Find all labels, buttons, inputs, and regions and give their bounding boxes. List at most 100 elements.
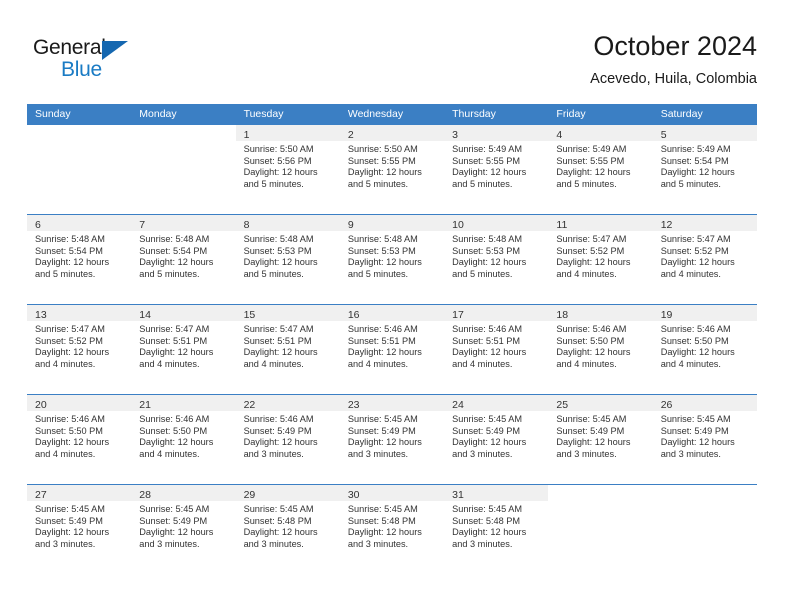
day-details: Sunrise: 5:45 AM Sunset: 5:48 PM Daylight:… [340, 501, 444, 550]
sunrise-text: Sunrise: 5:47 AM [35, 324, 105, 334]
daylight-text-line2: and 4 minutes. [139, 358, 200, 369]
day-cell-21[interactable]: 21 Sunrise: 5:46 AM Sunset: 5:50 PM Dayligh… [131, 395, 236, 484]
day-cell-15[interactable]: 15 Sunrise: 5:47 AM Sunset: 5:51 PM Dayligh… [235, 305, 340, 394]
day-cell-2[interactable]: 2 Sunrise: 5:50 AM Sunset: 5:55 PM Daylight… [339, 125, 445, 214]
day-number-band: 3 [444, 125, 549, 141]
day-cell-22[interactable]: 22 Sunrise: 5:46 AM Sunset: 5:49 PM Dayligh… [235, 395, 340, 484]
day-cell-13[interactable]: 13 Sunrise: 5:47 AM Sunset: 5:52 PM Dayligh… [27, 305, 132, 394]
daylight-text-line1: Daylight: 12 hours [556, 437, 631, 448]
daylight-text-line1: Daylight: 12 hours [660, 437, 735, 448]
day-cell-28[interactable]: 28 Sunrise: 5:45 AM Sunset: 5:49 PM Dayligh… [131, 485, 236, 574]
day-cell-27[interactable]: 27 Sunrise: 5:45 AM Sunset: 5:49 PM Dayligh… [27, 485, 132, 574]
daylight-text-line2: and 5 minutes. [660, 178, 721, 189]
day-number: 28 [139, 489, 151, 501]
sunrise-text: Sunrise: 5:46 AM [139, 414, 210, 424]
day-cell-29[interactable]: 29 Sunrise: 5:45 AM Sunset: 5:48 PM Dayligh… [235, 485, 340, 574]
day-details: Sunrise: 5:46 AM Sunset: 5:49 PM Daylight:… [236, 411, 340, 460]
day-cell-14[interactable]: 14 Sunrise: 5:47 AM Sunset: 5:51 PM Dayligh… [131, 305, 236, 394]
sunrise-text: Sunrise: 5:47 AM [139, 324, 210, 334]
daylight-text-line1: Daylight: 12 hours [243, 527, 318, 538]
day-number-band [27, 125, 132, 141]
weekday-header-wednesday: Wednesday [347, 108, 404, 120]
day-details: Sunrise: 5:48 AM Sunset: 5:54 PM Daylight:… [131, 231, 235, 280]
daylight-text-line1: Daylight: 12 hours [243, 167, 318, 178]
day-details: Sunrise: 5:50 AM Sunset: 5:55 PM Daylight:… [340, 141, 444, 190]
daylight-text-line2: and 5 minutes. [556, 178, 617, 189]
day-cell-31[interactable]: 31 Sunrise: 5:45 AM Sunset: 5:48 PM Dayligh… [444, 485, 549, 574]
day-number-band: 21 [131, 395, 236, 411]
day-details: Sunrise: 5:47 AM Sunset: 5:52 PM Daylight:… [27, 321, 131, 370]
day-number: 13 [35, 309, 47, 321]
day-details: Sunrise: 5:47 AM Sunset: 5:52 PM Daylight:… [548, 231, 652, 280]
sunset-text: Sunset: 5:51 PM [347, 335, 416, 346]
general-blue-logo[interactable]: General Blue [33, 36, 153, 84]
day-number: 12 [660, 219, 673, 231]
sunrise-text: Sunrise: 5:46 AM [556, 324, 627, 334]
daylight-text-line1: Daylight: 12 hours [660, 257, 735, 268]
day-cell-19[interactable]: 19 Sunrise: 5:46 AM Sunset: 5:50 PM Dayligh… [652, 305, 757, 394]
day-cell-18[interactable]: 18 Sunrise: 5:46 AM Sunset: 5:50 PM Dayligh… [548, 305, 653, 394]
day-details: Sunrise: 5:48 AM Sunset: 5:53 PM Daylight:… [444, 231, 548, 280]
day-number: 19 [660, 309, 673, 321]
day-cell-30[interactable]: 30 Sunrise: 5:45 AM Sunset: 5:48 PM Dayligh… [339, 485, 445, 574]
day-number: 25 [556, 399, 569, 411]
day-number: 27 [35, 489, 47, 501]
day-details [131, 141, 235, 144]
day-number: 14 [139, 309, 151, 321]
day-cell-empty [131, 125, 236, 214]
day-cell-8[interactable]: 8 Sunrise: 5:48 AM Sunset: 5:53 PM Daylight… [235, 215, 340, 304]
day-cell-4[interactable]: 4 Sunrise: 5:49 AM Sunset: 5:55 PM Daylight… [548, 125, 653, 214]
day-details: Sunrise: 5:46 AM Sunset: 5:50 PM Daylight:… [131, 411, 235, 460]
day-cell-7[interactable]: 7 Sunrise: 5:48 AM Sunset: 5:54 PM Daylight… [131, 215, 236, 304]
daylight-text-line2: and 4 minutes. [35, 358, 96, 369]
day-number: 17 [452, 309, 464, 321]
day-cell-24[interactable]: 24 Sunrise: 5:45 AM Sunset: 5:49 PM Dayligh… [444, 395, 549, 484]
day-number: 18 [556, 309, 569, 321]
daylight-text-line2: and 5 minutes. [347, 178, 409, 189]
day-number: 26 [660, 399, 673, 411]
sunrise-text: Sunrise: 5:47 AM [556, 234, 627, 244]
day-cell-26[interactable]: 26 Sunrise: 5:45 AM Sunset: 5:49 PM Dayligh… [652, 395, 757, 484]
sunrise-text: Sunrise: 5:46 AM [35, 414, 105, 424]
day-cell-6[interactable]: 6 Sunrise: 5:48 AM Sunset: 5:54 PM Daylight… [27, 215, 132, 304]
day-cell-11[interactable]: 11 Sunrise: 5:47 AM Sunset: 5:52 PM Dayligh… [548, 215, 653, 304]
day-cell-empty [27, 125, 132, 214]
day-cell-10[interactable]: 10 Sunrise: 5:48 AM Sunset: 5:53 PM Dayligh… [444, 215, 549, 304]
day-number-band: 25 [548, 395, 653, 411]
sunset-text: Sunset: 5:49 PM [556, 425, 625, 436]
daylight-text-line2: and 5 minutes. [243, 268, 304, 279]
day-details: Sunrise: 5:49 AM Sunset: 5:54 PM Daylight:… [653, 141, 757, 190]
daylight-text-line2: and 4 minutes. [556, 358, 617, 369]
daylight-text-line2: and 5 minutes. [243, 178, 304, 189]
day-cell-1[interactable]: 1 Sunrise: 5:50 AM Sunset: 5:56 PM Daylight… [235, 125, 340, 214]
day-details: Sunrise: 5:45 AM Sunset: 5:49 PM Daylight:… [131, 501, 235, 550]
sunrise-text: Sunrise: 5:45 AM [452, 504, 523, 514]
sunrise-text: Sunrise: 5:46 AM [243, 414, 314, 424]
day-cell-17[interactable]: 17 Sunrise: 5:46 AM Sunset: 5:51 PM Dayligh… [444, 305, 549, 394]
day-cell-23[interactable]: 23 Sunrise: 5:45 AM Sunset: 5:49 PM Dayligh… [339, 395, 445, 484]
sunset-text: Sunset: 5:50 PM [660, 335, 729, 346]
day-cell-5[interactable]: 5 Sunrise: 5:49 AM Sunset: 5:54 PM Daylight… [652, 125, 757, 214]
day-number-band: 1 [235, 125, 340, 141]
day-number-band: 7 [131, 215, 236, 231]
daylight-text-line2: and 5 minutes. [452, 178, 513, 189]
weekday-header-saturday: Saturday [660, 108, 703, 120]
daylight-text-line2: and 4 minutes. [452, 358, 513, 369]
sunset-text: Sunset: 5:55 PM [452, 155, 521, 166]
day-cell-12[interactable]: 12 Sunrise: 5:47 AM Sunset: 5:52 PM Dayligh… [652, 215, 757, 304]
day-number: 22 [243, 399, 256, 411]
day-cell-9[interactable]: 9 Sunrise: 5:48 AM Sunset: 5:53 PM Daylight… [339, 215, 445, 304]
logo-text-blue: Blue [61, 58, 102, 81]
sunset-text: Sunset: 5:49 PM [347, 425, 416, 436]
day-details: Sunrise: 5:45 AM Sunset: 5:49 PM Daylight:… [548, 411, 652, 460]
day-details [548, 501, 652, 504]
day-number-band: 31 [444, 485, 549, 501]
sunset-text: Sunset: 5:52 PM [35, 335, 103, 346]
day-cell-25[interactable]: 25 Sunrise: 5:45 AM Sunset: 5:49 PM Dayligh… [548, 395, 653, 484]
day-cell-3[interactable]: 3 Sunrise: 5:49 AM Sunset: 5:55 PM Daylight… [444, 125, 549, 214]
day-cell-16[interactable]: 16 Sunrise: 5:46 AM Sunset: 5:51 PM Dayligh… [339, 305, 445, 394]
daylight-text-line1: Daylight: 12 hours [35, 437, 110, 448]
daylight-text-line1: Daylight: 12 hours [139, 257, 214, 268]
sunset-text: Sunset: 5:56 PM [243, 155, 312, 166]
day-cell-20[interactable]: 20 Sunrise: 5:46 AM Sunset: 5:50 PM Dayligh… [27, 395, 132, 484]
